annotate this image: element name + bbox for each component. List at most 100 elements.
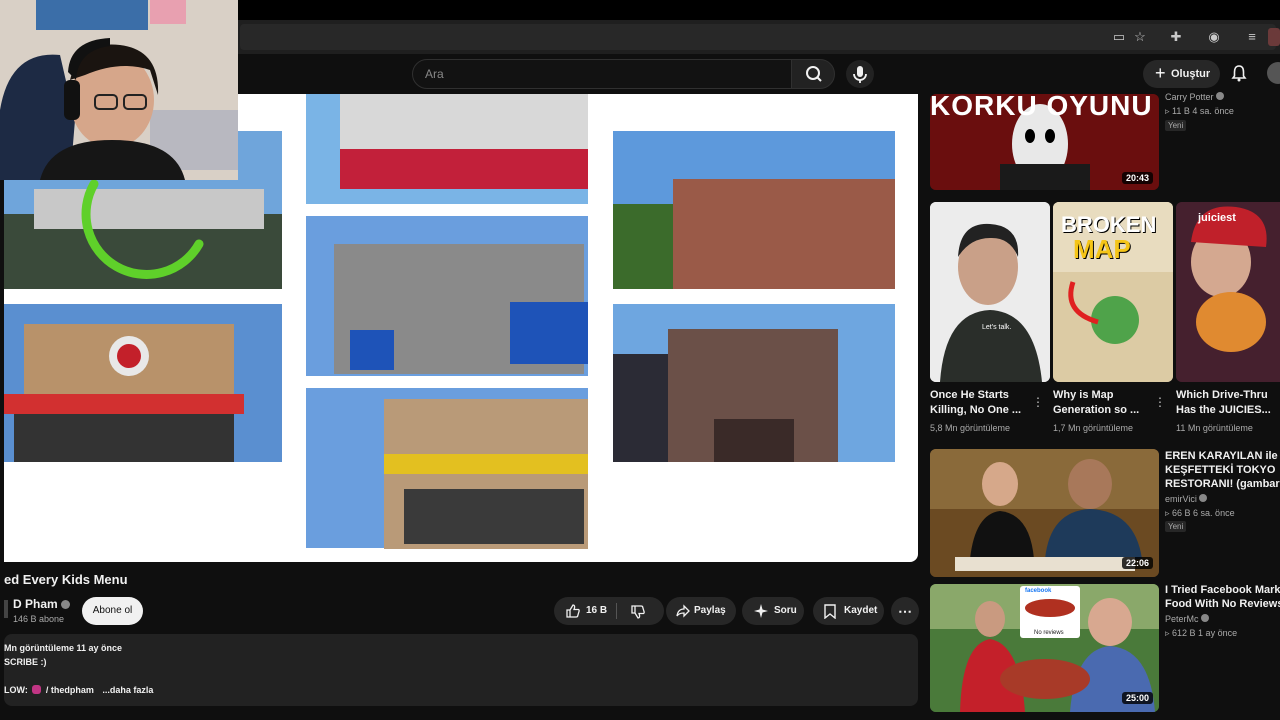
short-title[interactable]: Why is Map <box>1053 388 1153 403</box>
share-button[interactable]: Paylaş <box>666 597 736 625</box>
short-title-2[interactable]: Killing, No One ... <box>930 403 1030 418</box>
short-title[interactable]: Which Drive-Thru <box>1176 388 1280 403</box>
video-thumbnail[interactable]: facebook No reviews 25:00 <box>930 584 1159 712</box>
video-thumbnail[interactable]: KORKU OYUNU 20:43 <box>930 94 1159 190</box>
rec-meta: ▹ 66 B 6 sa. önce <box>1165 507 1235 520</box>
verified-icon <box>1199 494 1208 502</box>
description-line: SCRIBE :) <box>4 657 47 667</box>
short-thumbnail[interactable]: Let's talk. <box>930 202 1050 382</box>
thumbs-down-icon <box>631 605 645 619</box>
more-actions-button[interactable]: ⋯ <box>891 597 919 625</box>
save-button[interactable]: Kaydet <box>813 597 884 625</box>
rec-channel[interactable]: emirVici <box>1165 493 1208 506</box>
more-horizontal-icon: ⋯ <box>898 603 912 619</box>
sparkle-icon <box>754 604 768 618</box>
show-more-link[interactable]: ...daha fazla <box>102 685 153 695</box>
rec-meta-text: 612 B 1 ay önce <box>1172 628 1238 638</box>
rec-channel-text: Carry Potter <box>1165 92 1214 102</box>
thumbnail-title-text: KORKU OYUNU <box>930 94 1153 121</box>
channel-avatar[interactable] <box>4 600 8 618</box>
video-title: ed Every Kids Menu <box>4 572 128 587</box>
rec-meta-text: 66 B 6 sa. önce <box>1172 508 1235 518</box>
more-vertical-icon[interactable]: ⋮ <box>1154 394 1166 410</box>
search-icon <box>806 66 822 82</box>
verified-icon <box>61 600 71 609</box>
short-thumbnail[interactable]: BROKEN MAP <box>1053 202 1173 382</box>
like-dislike-pill: 16 B <box>554 597 664 625</box>
live-dot-icon: ▹ <box>1165 628 1173 638</box>
webcam-frame <box>0 0 238 180</box>
short-overlay-text: Let's talk. <box>982 324 1012 331</box>
ask-button[interactable]: Soru <box>742 597 804 625</box>
overlay-caption-text: No reviews <box>1034 630 1064 636</box>
overlay-site-text: facebook <box>1025 588 1052 594</box>
rec-title-3[interactable]: RESTORANI! (gambare ... <box>1165 477 1280 492</box>
like-button[interactable]: 16 B <box>554 597 616 625</box>
mic-icon <box>853 66 867 83</box>
instagram-handle-link[interactable]: / thedpham <box>46 685 94 695</box>
rec-channel[interactable]: PeterMc <box>1165 613 1210 626</box>
save-label: Kaydet <box>844 605 878 616</box>
webcam-overlay <box>0 0 238 180</box>
voice-search-button[interactable] <box>846 60 874 88</box>
channel-name-text: D Pham <box>13 597 58 611</box>
browser-avatar[interactable] <box>1268 28 1280 46</box>
instagram-icon <box>32 685 42 694</box>
short-title-2[interactable]: Generation so ... <box>1053 403 1153 418</box>
ask-label: Soru <box>774 605 797 616</box>
bookmark-icon <box>824 604 836 619</box>
subscriber-count: 146 B abone <box>13 614 65 624</box>
rec-title[interactable]: EREN KARAYILAN ile <box>1165 449 1280 464</box>
video-thumbnail[interactable]: 22:06 <box>930 449 1159 577</box>
rec-channel-text: PeterMc <box>1165 614 1199 624</box>
more-vertical-icon[interactable]: ⋮ <box>1032 394 1044 410</box>
short-thumbnail[interactable]: juiciest <box>1176 202 1280 382</box>
short-overlay-text: juiciest <box>1198 212 1236 224</box>
plus-icon: + <box>1155 63 1166 83</box>
like-count: 16 B <box>586 605 608 616</box>
rec-title-2[interactable]: KEŞFETTEKİ TOKYO <box>1165 463 1280 478</box>
cast-icon[interactable]: ▭ <box>1110 28 1128 46</box>
rec-channel[interactable]: Carry Potter <box>1165 91 1225 104</box>
share-icon <box>676 604 690 618</box>
reading-list-icon[interactable]: ≡ <box>1243 28 1261 46</box>
search-button[interactable] <box>791 59 835 89</box>
duration-badge: 25:00 <box>1121 692 1153 704</box>
duration-badge: 20:43 <box>1121 172 1153 184</box>
extensions-icon[interactable]: ✚ <box>1167 28 1185 46</box>
notifications-button[interactable] <box>1230 64 1248 82</box>
duration-badge: 22:06 <box>1121 557 1153 569</box>
create-label: Oluştur <box>1171 68 1211 80</box>
live-dot-icon: ▹ <box>1165 106 1173 116</box>
short-title-2[interactable]: Has the JUICIES... <box>1176 403 1280 418</box>
short-views: 5,8 Mn görüntüleme <box>930 423 1011 433</box>
verified-icon <box>1216 92 1225 100</box>
rec-meta-text: 11 B 4 sa. önce <box>1172 106 1234 116</box>
subscribe-button[interactable]: Abone ol <box>82 597 143 625</box>
channel-name[interactable]: D Pham <box>13 597 71 611</box>
bell-icon <box>1231 65 1247 82</box>
new-badge: Yeni <box>1165 120 1187 131</box>
follow-label: LOW: <box>4 685 28 695</box>
description-meta: Mn görüntüleme 11 ay önce <box>4 643 123 653</box>
profile-icon[interactable]: ◉ <box>1205 28 1223 46</box>
short-image <box>930 202 1050 382</box>
short-views: 11 Mn görüntüleme <box>1176 423 1253 433</box>
rec-title[interactable]: I Tried Facebook Marketpl <box>1165 583 1280 598</box>
short-overlay-text-2: MAP <box>1073 234 1131 264</box>
search-input[interactable]: Ara <box>412 59 792 89</box>
description-follow-line: LOW: / thedpham ...daha fazla <box>4 685 153 695</box>
description-box[interactable]: Mn görüntüleme 11 ay önce SCRIBE :) LOW:… <box>4 634 918 706</box>
star-icon[interactable]: ☆ <box>1131 28 1149 46</box>
verified-icon <box>1201 614 1210 622</box>
short-title[interactable]: Once He Starts <box>930 388 1030 403</box>
short-views: 1,7 Mn görüntüleme <box>1053 423 1134 433</box>
share-label: Paylaş <box>694 605 726 616</box>
rec-meta: ▹ 11 B 4 sa. önce <box>1165 105 1234 118</box>
dislike-button[interactable] <box>617 597 664 625</box>
rec-channel-text: emirVici <box>1165 494 1197 504</box>
thumbs-up-icon <box>566 604 580 618</box>
short-image <box>1176 202 1280 382</box>
rec-title-2[interactable]: Food With No Reviews <box>1165 597 1280 612</box>
rec-meta: ▹ 612 B 1 ay önce <box>1165 627 1237 640</box>
